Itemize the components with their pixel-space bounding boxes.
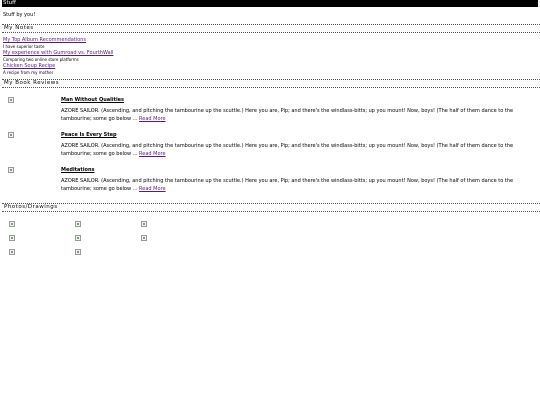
book-review-excerpt: AZORE SAILOR. (Ascending, and pitching t… <box>61 108 531 123</box>
book-review-excerpt: AZORE SAILOR. (Ascending, and pitching t… <box>61 178 531 193</box>
note-description: A recipe from my mother <box>3 70 54 75</box>
photo-thumbnail[interactable] <box>75 235 81 241</box>
note-description: Comparing two online store platforms <box>3 57 79 62</box>
note-link-album-recommendations[interactable]: My Top Album Recommendations <box>3 37 86 43</box>
site-header: Stuff <box>2 0 538 7</box>
photo-thumbnail[interactable] <box>9 249 15 255</box>
tagline: Stuff by you! <box>3 12 36 18</box>
photo-thumbnail[interactable] <box>75 249 81 255</box>
read-more-link[interactable]: Read More <box>139 151 166 157</box>
photo-thumbnail[interactable] <box>9 235 15 241</box>
photo-thumbnail[interactable] <box>75 221 81 227</box>
section-heading-photos: Photos/Drawings <box>2 203 540 212</box>
book-review-excerpt: AZORE SAILOR. (Ascending, and pitching t… <box>61 143 531 158</box>
book-title-man-without-qualities[interactable]: Man Without Qualities <box>61 97 124 103</box>
book-cover-image <box>8 132 14 138</box>
review-text: AZORE SAILOR. (Ascending, and pitching t… <box>61 108 514 122</box>
book-title-meditations[interactable]: Meditations <box>61 167 95 173</box>
note-link-chicken-soup[interactable]: Chicken Soup Recipe <box>3 63 55 69</box>
note-link-gumroad-vs-fourthwall[interactable]: My experience with Gumroad vs. FourthWal… <box>3 50 113 56</box>
book-cover-image <box>8 97 14 103</box>
section-heading-notes: My Notes <box>2 24 540 33</box>
photo-thumbnail[interactable] <box>141 235 147 241</box>
section-heading-book-reviews: My Book Reviews <box>2 79 540 88</box>
review-text: AZORE SAILOR. (Ascending, and pitching t… <box>61 178 514 192</box>
book-title-peace-is-every-step[interactable]: Peace Is Every Step <box>61 132 117 138</box>
read-more-link[interactable]: Read More <box>139 116 166 122</box>
photo-thumbnail[interactable] <box>9 221 15 227</box>
photo-thumbnail[interactable] <box>141 221 147 227</box>
site-title: Stuff <box>3 0 16 6</box>
note-description: I have superior taste <box>3 44 45 49</box>
read-more-link[interactable]: Read More <box>139 186 166 192</box>
book-cover-image <box>8 167 14 173</box>
review-text: AZORE SAILOR. (Ascending, and pitching t… <box>61 143 514 157</box>
